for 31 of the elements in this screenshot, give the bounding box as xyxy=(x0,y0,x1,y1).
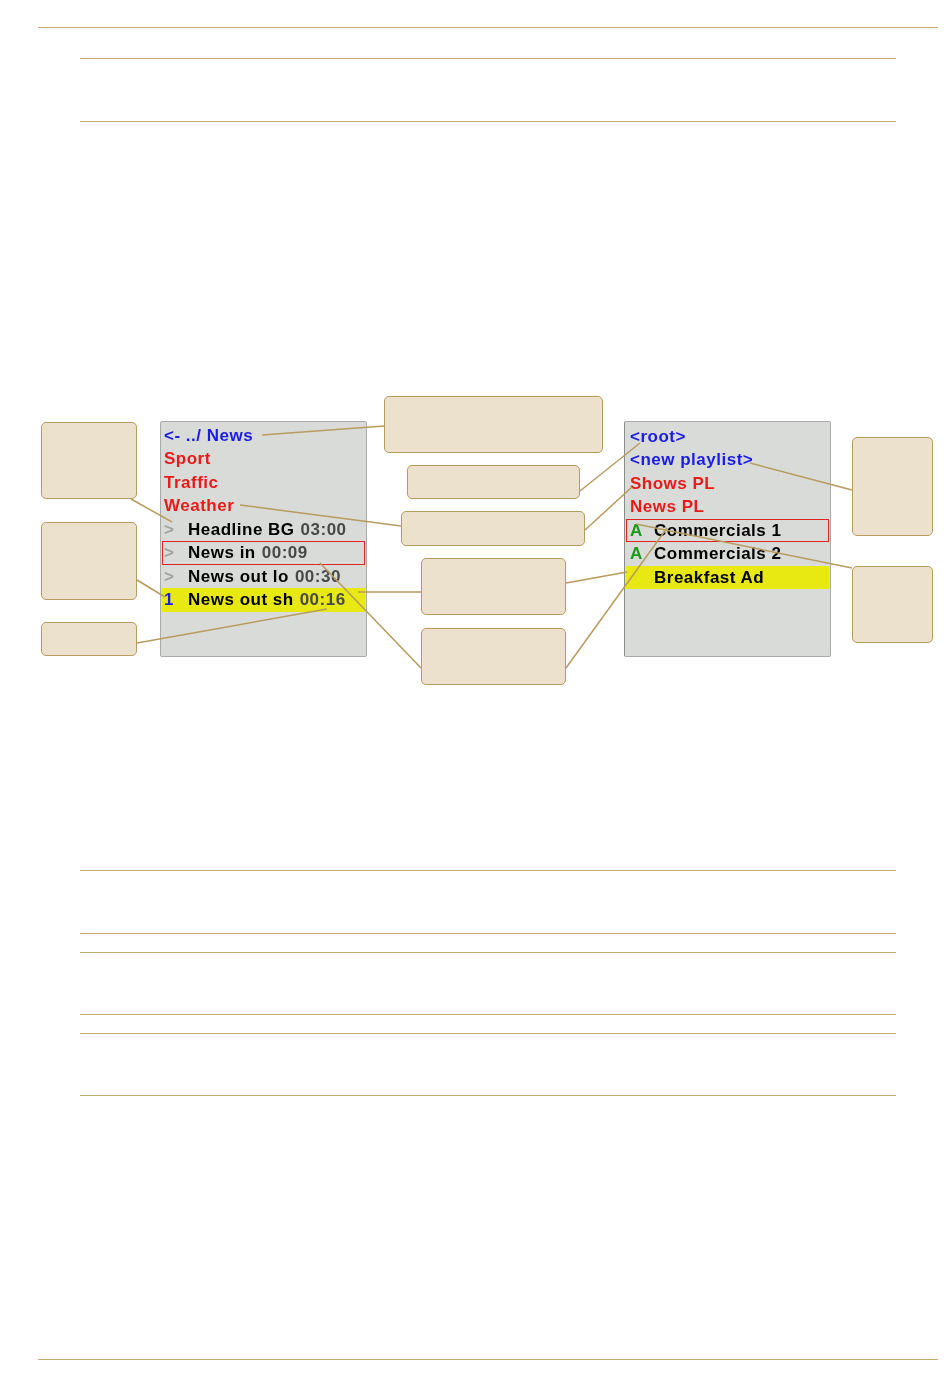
row-marker: A xyxy=(630,521,644,539)
clip-name: News out sh xyxy=(188,591,294,609)
clip-name: Breakfast Ad xyxy=(654,568,765,586)
row-marker: > xyxy=(164,520,176,538)
clip-row[interactable]: Breakfast Ad xyxy=(626,565,829,589)
nav-link[interactable]: <new playlist> xyxy=(630,451,754,469)
clip-name: Headline BG xyxy=(188,520,295,538)
clip-row[interactable]: A Commercials 2 xyxy=(626,542,829,566)
clip-duration: 00:16 xyxy=(299,591,346,609)
row-marker: > xyxy=(164,544,176,562)
nav-link[interactable]: <root> xyxy=(630,427,686,445)
folder-item[interactable]: Traffic xyxy=(164,473,219,491)
clip-row[interactable]: > News in 00:09 xyxy=(162,541,365,565)
clip-row[interactable]: 1 News out sh 00:16 xyxy=(162,588,365,612)
clip-name: News out lo xyxy=(188,567,289,585)
clip-name: Commercials 1 xyxy=(654,521,782,539)
clip-name: News in xyxy=(188,544,256,562)
leader-line xyxy=(136,579,166,598)
nav-link[interactable]: <- ../ News xyxy=(164,426,254,444)
clip-row[interactable]: > Headline BG 03:00 xyxy=(162,517,365,541)
folder-item[interactable]: Weather xyxy=(164,497,235,515)
row-marker: > xyxy=(164,567,176,585)
clip-duration: 00:09 xyxy=(261,544,308,562)
folder-item[interactable]: News PL xyxy=(630,498,705,516)
folder-item[interactable]: Sport xyxy=(164,450,211,468)
clip-duration: 03:00 xyxy=(300,520,347,538)
clip-name: Commercials 2 xyxy=(654,545,782,563)
folder-item[interactable]: Shows PL xyxy=(630,474,716,492)
row-marker: 1 xyxy=(164,591,175,609)
row-marker: A xyxy=(630,545,644,563)
clip-row[interactable]: A Commercials 1 xyxy=(626,518,829,542)
